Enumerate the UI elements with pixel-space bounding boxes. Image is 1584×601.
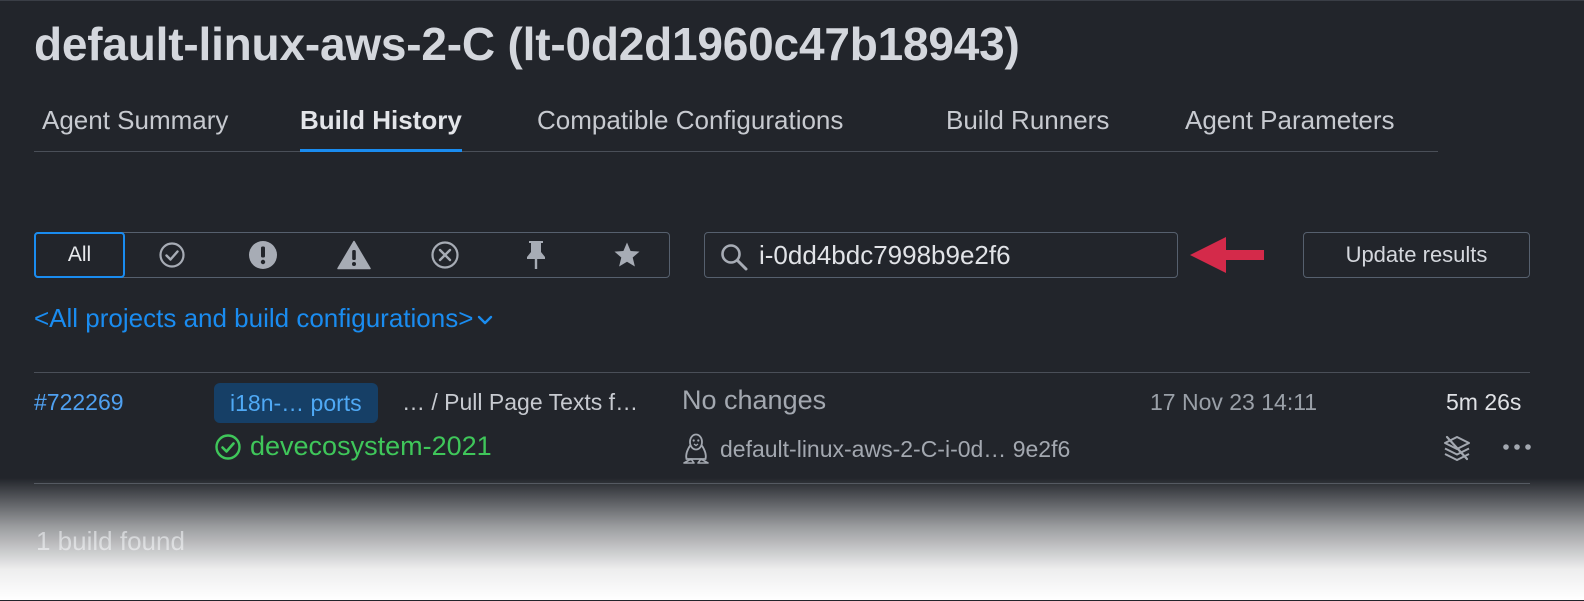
warning-triangle-icon [336,240,371,270]
annotation-arrow-icon [1190,237,1264,273]
build-status-link[interactable]: devecosystem-2021 [214,431,492,462]
build-duration: 5m 26s [1446,389,1522,415]
agent-link[interactable]: default-linux-aws-2-C-i-0d… 9e2f6 [682,433,1070,465]
filter-all-button[interactable]: All [34,232,125,278]
filter-warning-button[interactable] [308,233,399,277]
row-divider [34,372,1530,373]
chevron-down-icon [478,315,493,325]
update-results-button[interactable]: Update results [1303,232,1530,278]
cancel-circle-icon [430,241,459,269]
success-check-icon [215,433,241,460]
layers-icon[interactable] [1442,433,1472,463]
build-number-link[interactable]: #722269 [34,389,124,416]
tab-compatible-configurations[interactable]: Compatible Configurations [537,97,843,151]
agent-name: default-linux-aws-2-C-i-0d… 9e2f6 [720,435,1071,462]
tab-agent-summary[interactable]: Agent Summary [42,97,228,151]
tab-bar: Agent Summary Build History Compatible C… [34,97,1438,152]
project-selector-label: <All projects and build configurations> [34,303,474,333]
filter-starred-button[interactable] [581,233,672,277]
more-options-icon[interactable] [1502,437,1532,457]
exclamation-circle-icon [248,241,277,269]
changes-text: No changes [682,385,827,415]
filter-successful-button[interactable] [126,233,217,277]
star-icon [614,242,639,267]
tab-agent-parameters[interactable]: Agent Parameters [1185,97,1395,151]
linux-tux-icon [683,433,709,464]
search-icon [721,244,748,271]
pin-icon [526,241,545,269]
filter-pinned-button[interactable] [490,233,581,277]
search-box [704,232,1178,278]
builds-found-count: 1 build found [36,526,185,556]
search-input[interactable] [759,235,1159,275]
project-selector[interactable]: <All projects and build configurations> [34,303,493,334]
status-filter-group: All [34,232,670,278]
build-status-text: devecosystem-2021 [250,431,492,461]
build-date: 17 Nov 23 14:11 [1150,389,1318,415]
project-badge[interactable]: i18n-… ports [214,383,378,423]
agent-page: default-linux-aws-2-C (lt-0d2d1960c47b18… [0,0,1584,601]
check-circle-icon [158,242,185,268]
tab-build-runners[interactable]: Build Runners [946,97,1109,151]
page-title: default-linux-aws-2-C (lt-0d2d1960c47b18… [34,18,1020,70]
build-configuration-link[interactable]: … / Pull Page Texts f… [402,389,638,416]
filter-failed-button[interactable] [217,233,308,277]
tab-build-history[interactable]: Build History [300,97,462,152]
filter-cancelled-button[interactable] [399,233,490,277]
row-divider [34,483,1530,484]
